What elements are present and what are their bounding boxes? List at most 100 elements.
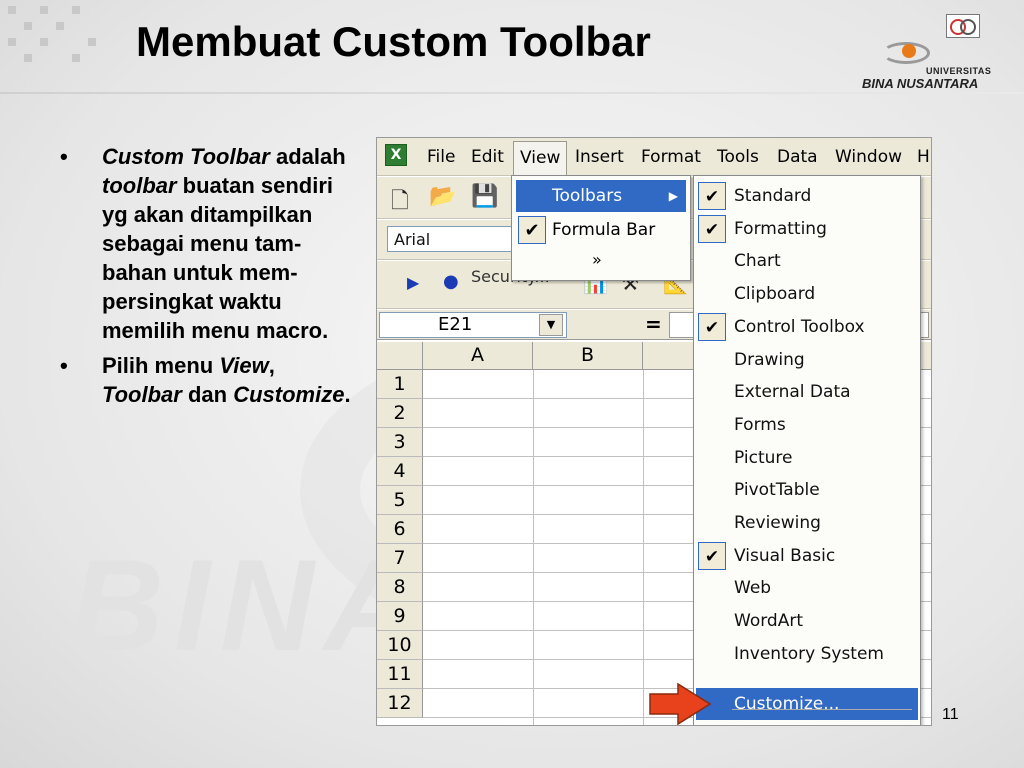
name-box-dropdown-icon[interactable]: ▼ [539, 314, 563, 336]
menu-item-label: Inventory System [734, 643, 884, 664]
toolbar-option-wordart[interactable]: WordArt [696, 605, 918, 637]
menu-item-label: Chart [734, 251, 781, 272]
menu-insert[interactable]: Insert [575, 147, 624, 167]
menu-edit[interactable]: Edit [471, 147, 504, 167]
row-header[interactable]: 11 [377, 660, 423, 689]
university-logo: UNIVERSITAS BINA NUSANTARA [860, 12, 1010, 92]
bullet-text: Toolbar [102, 382, 182, 407]
bullet-text: View [219, 353, 269, 378]
row-header[interactable]: 12 [377, 689, 423, 718]
check-icon: ✔ [698, 312, 726, 341]
menu-item-label: PivotTable [734, 480, 820, 501]
menu-item-label: Picture [734, 447, 793, 468]
menu-item-label: Web [734, 578, 772, 599]
toolbar-option-pivottable[interactable]: PivotTable [696, 474, 918, 506]
row-header[interactable]: 9 [377, 602, 423, 631]
bullet-item-2: • Pilih menu View, Toolbar dan Customize… [60, 351, 360, 409]
select-all-corner[interactable] [377, 342, 423, 370]
menu-item-label: Drawing [734, 349, 805, 370]
menu-item-label: Customize... [734, 694, 840, 714]
toolbar-option-external-data[interactable]: External Data [696, 376, 918, 408]
run-macro-icon[interactable]: ▶ [407, 273, 419, 292]
toolbar-option-picture[interactable]: Picture [696, 442, 918, 474]
row-header[interactable]: 3 [377, 428, 423, 457]
bullet-text: Pilih menu [102, 353, 220, 378]
excel-app-icon[interactable]: X [385, 144, 407, 166]
menu-view[interactable]: View [513, 141, 568, 175]
toolbar-option-control-toolbox[interactable]: ✔ Control Toolbox [696, 311, 918, 343]
title-divider [0, 92, 1024, 94]
row-header[interactable]: 7 [377, 544, 423, 573]
menu-item-label: Control Toolbox [734, 316, 865, 337]
red-pointer-arrow-icon [649, 682, 712, 726]
check-icon: ✔ [518, 216, 546, 244]
view-menu-item-formula-bar[interactable]: ✔ Formula Bar [516, 214, 686, 246]
bullet-text: dan [181, 382, 234, 407]
menu-item-label: WordArt [734, 611, 803, 632]
toolbar-option-reviewing[interactable]: Reviewing [696, 507, 918, 539]
formula-equals[interactable]: = [645, 312, 662, 336]
excel-screenshot: X File Edit View Insert Format Tools Dat… [376, 137, 932, 726]
bullet-symbol: • [60, 144, 68, 169]
row-header[interactable]: 8 [377, 573, 423, 602]
row-header[interactable]: 6 [377, 515, 423, 544]
grid-line [533, 370, 534, 725]
toolbar-option-chart[interactable]: Chart [696, 245, 918, 277]
view-menu-item-toolbars[interactable]: Toolbars ▶ [516, 180, 686, 212]
toolbar-option-forms[interactable]: Forms [696, 409, 918, 441]
menu-item-label: Forms [734, 414, 786, 435]
menu-item-label: Standard [734, 186, 812, 206]
menu-separator [732, 709, 912, 710]
open-folder-icon[interactable]: 📂 [429, 184, 456, 209]
font-name-select[interactable]: Arial [387, 226, 517, 252]
row-header[interactable]: 4 [377, 457, 423, 486]
menu-data[interactable]: Data [777, 147, 818, 167]
bullet-symbol: • [60, 353, 68, 378]
toolbar-option-drawing[interactable]: Drawing [696, 344, 918, 376]
corner-decoration [0, 0, 110, 80]
grid-line [643, 370, 644, 725]
bullet-text: buatan sendiri yg akan ditampilkan sebag… [102, 173, 334, 343]
menu-item-label: Toolbars [552, 186, 623, 206]
page-number: 11 [942, 706, 959, 723]
menu-tools[interactable]: Tools [717, 147, 759, 167]
row-header[interactable]: 2 [377, 399, 423, 428]
toolbar-option-customize[interactable]: Customize... [696, 688, 918, 720]
logo-dot-icon [902, 44, 916, 58]
row-header[interactable]: 1 [377, 370, 423, 399]
toolbar-option-inventory-system[interactable]: Inventory System [696, 638, 918, 670]
menu-format[interactable]: Format [641, 147, 701, 167]
row-header[interactable]: 10 [377, 631, 423, 660]
menu-help[interactable]: H [917, 147, 930, 167]
check-icon: ✔ [698, 541, 726, 570]
toolbar-option-standard[interactable]: ✔ Standard [696, 180, 918, 212]
logo-universitas: UNIVERSITAS [926, 66, 992, 76]
toolbars-submenu: ✔ Standard ✔ Formatting Chart Clipboard ✔ Contr… [693, 175, 921, 725]
expand-menu-icon[interactable]: » [592, 250, 602, 269]
record-macro-icon[interactable]: ● [443, 271, 459, 292]
menu-file[interactable]: File [427, 147, 455, 167]
toolbar-option-visual-basic[interactable]: ✔ Visual Basic [696, 540, 918, 572]
column-header-b[interactable]: B [533, 342, 643, 370]
bullet-text: Custom Toolbar [102, 144, 270, 169]
column-header-a[interactable]: A [423, 342, 533, 370]
bullet-text: adalah [269, 144, 346, 169]
logo-name: BINA NUSANTARA [862, 76, 979, 91]
bullet-text: , [268, 353, 275, 378]
toolbar-option-clipboard[interactable]: Clipboard [696, 278, 918, 310]
toolbar-option-web[interactable]: Web [696, 572, 918, 604]
menu-item-label: Clipboard [734, 284, 816, 305]
save-icon[interactable]: 💾 [471, 184, 498, 209]
toolbar-option-formatting[interactable]: ✔ Formatting [696, 213, 918, 245]
new-document-icon[interactable]: 🗋 [391, 184, 409, 222]
menu-window[interactable]: Window [835, 147, 902, 167]
bullet-item-1: • Custom Toolbar adalah toolbar buatan s… [60, 142, 360, 345]
view-menu-dropdown: Toolbars ▶ ✔ Formula Bar » [511, 175, 691, 281]
bullet-text: Customize [233, 382, 345, 407]
check-icon: ✔ [698, 214, 726, 243]
bullet-list: • Custom Toolbar adalah toolbar buatan s… [60, 142, 360, 415]
menu-item-label: Formatting [734, 218, 827, 239]
check-icon: ✔ [698, 182, 726, 210]
slide-title: Membuat Custom Toolbar [136, 18, 651, 65]
row-header[interactable]: 5 [377, 486, 423, 515]
